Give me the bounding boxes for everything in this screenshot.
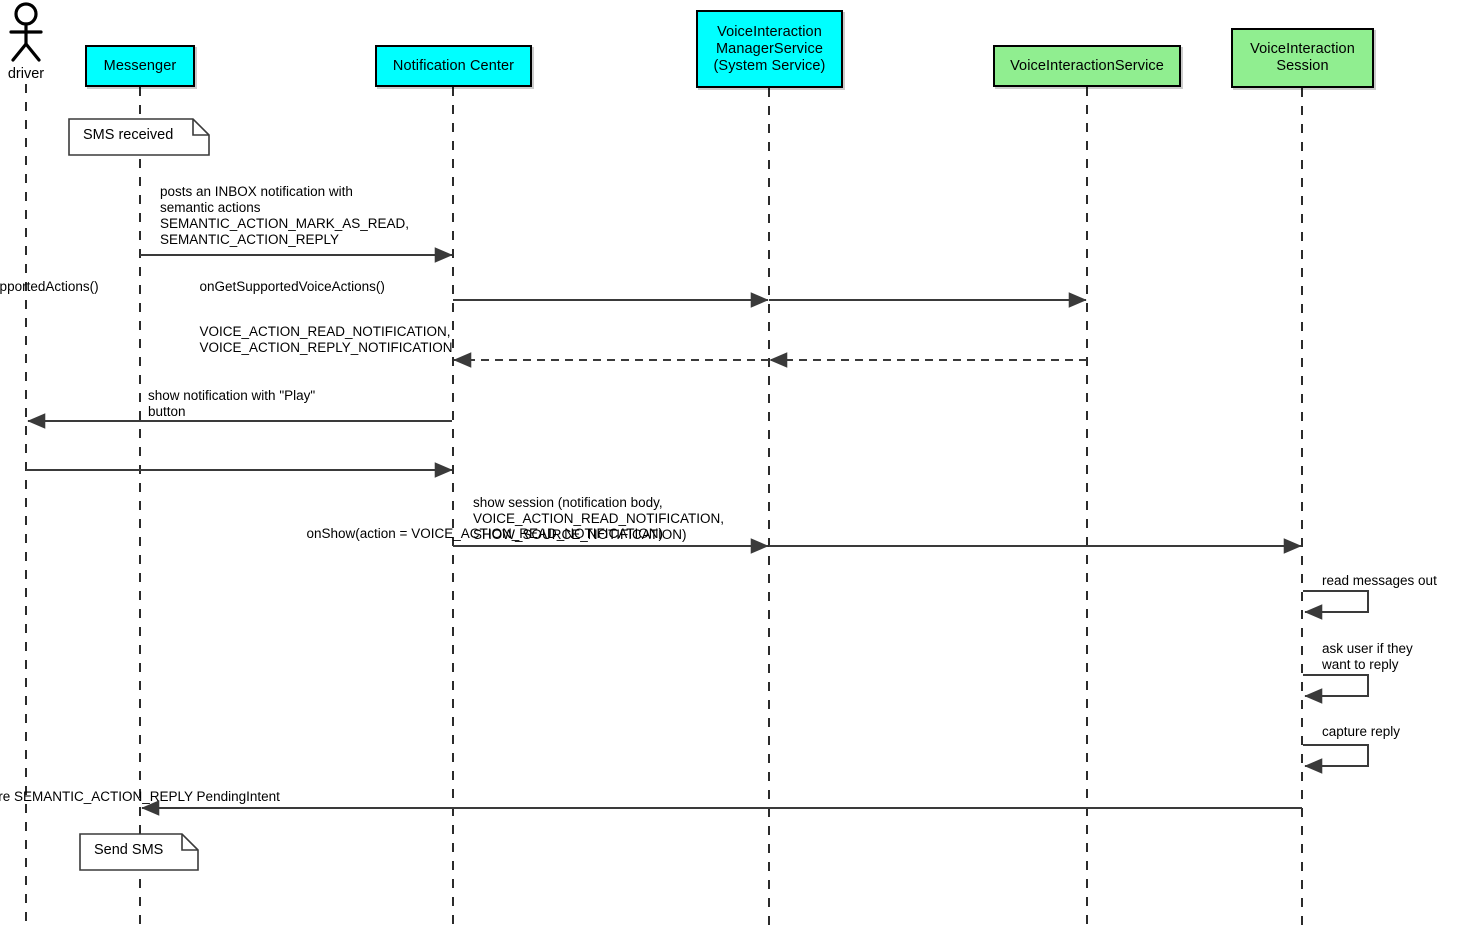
- sequence-diagram-canvas: driver Messenger Notification Center VoiceI…: [0, 0, 1457, 929]
- message-label-msg-show-notification-with-play-button: show notification with "Play" button: [148, 388, 316, 419]
- self-message-arrow-self-msg-read-messages-out: [1303, 590, 1369, 620]
- self-message-label-self-msg-read-messages-out: read messages out: [1322, 573, 1437, 588]
- message-label-msg-get-active-service-supported-actions: getActiveServiceSupportedActions(): [0, 279, 99, 294]
- participant-label-voice-interaction-session: VoiceInteraction Session: [1250, 41, 1355, 74]
- actor-glyph-layer: [9, 2, 43, 62]
- self-message-label-self-msg-capture-reply: capture reply: [1322, 724, 1401, 739]
- message-label-msg-return-supported-voice-actions: VOICE_ACTION_READ_NOTIFICATION, VOICE_ACT…: [199, 324, 453, 355]
- participant-voice-interaction-session[interactable]: VoiceInteraction Session: [1231, 28, 1374, 88]
- participant-messenger[interactable]: Messenger: [85, 45, 195, 87]
- message-label-msg-post-inbox-notification: posts an INBOX notification with semantic…: [160, 184, 410, 247]
- participant-label-voice-interaction-service: VoiceInteractionService: [1010, 57, 1164, 74]
- participant-voice-interaction-manager-service[interactable]: VoiceInteraction ManagerService (System Se…: [696, 10, 843, 88]
- participant-voice-interaction-service[interactable]: VoiceInteractionService: [993, 45, 1181, 87]
- participant-label-notification-center: Notification Center: [392, 57, 515, 74]
- note-text-note-send-sms: Send SMS: [94, 842, 164, 858]
- self-message-label-self-msg-ask-user-if-they-want-to-reply: ask user if they want to reply: [1322, 641, 1413, 672]
- participant-label-voice-interaction-manager-service: VoiceInteraction ManagerService (System Se…: [713, 23, 826, 74]
- message-label-msg-on-get-supported-voice-actions: onGetSupportedVoiceActions(): [199, 279, 385, 294]
- actor-label-driver: driver: [7, 66, 45, 82]
- message-label-msg-on-show: onShow(action = VOICE_ACTION_READ_NOTIFI…: [306, 526, 663, 541]
- self-message-arrow-self-msg-ask-user-if-they-want-to-reply: [1303, 674, 1369, 704]
- note-text-note-sms-received: SMS received: [83, 127, 174, 143]
- participant-label-messenger: Messenger: [103, 57, 177, 74]
- participant-notification-center[interactable]: Notification Center: [375, 45, 532, 87]
- message-label-msg-fire-semantic-action-reply-pending-intent: fire SEMANTIC_ACTION_REPLY PendingIntent: [0, 789, 280, 804]
- actor-icon-driver: [9, 2, 43, 62]
- self-message-arrow-self-msg-capture-reply: [1303, 744, 1369, 774]
